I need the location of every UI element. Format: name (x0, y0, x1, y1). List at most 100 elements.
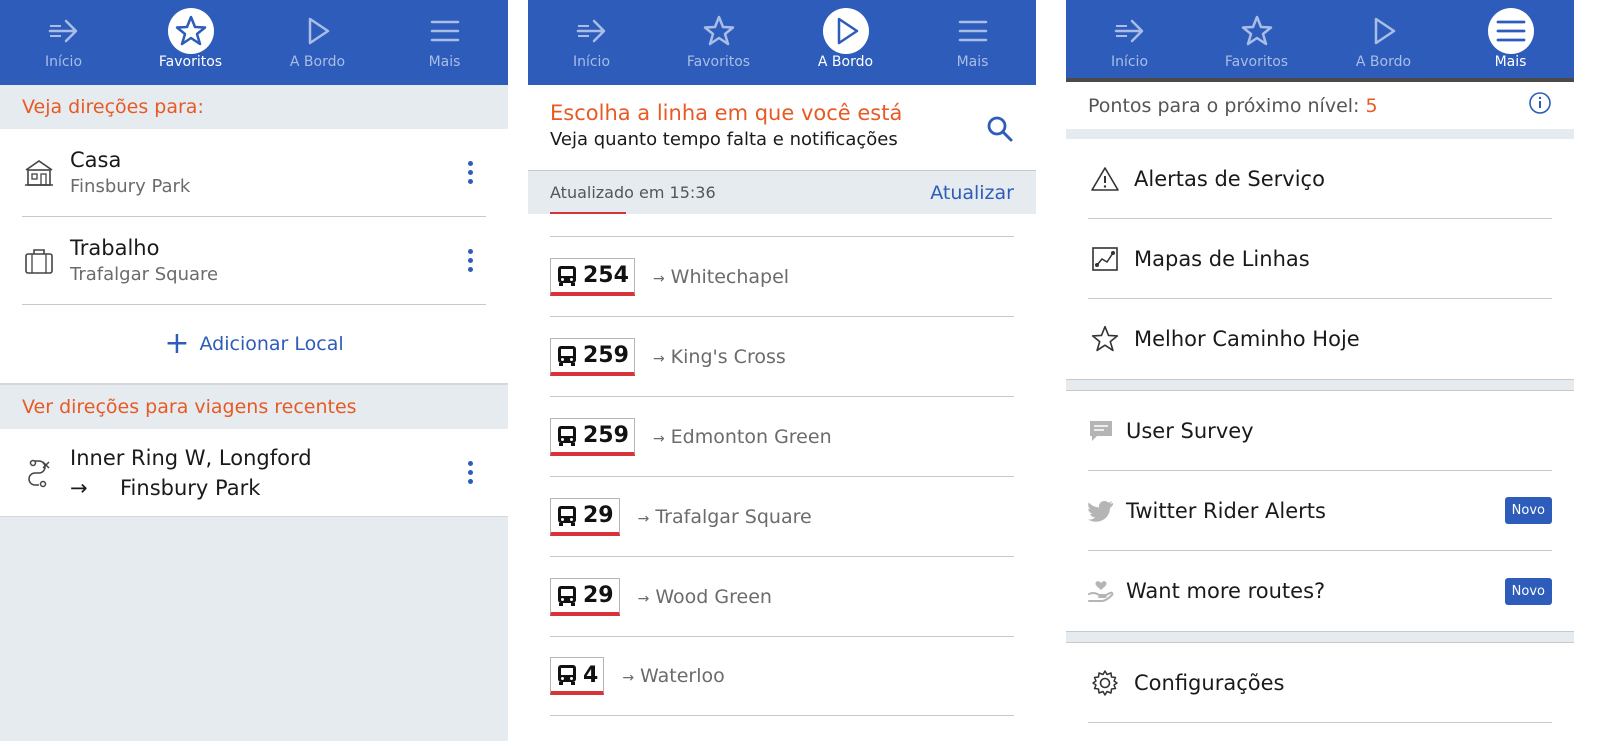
tab-favoritos[interactable]: Favoritos (127, 0, 254, 85)
tab-mais-label: Mais (1494, 54, 1527, 70)
tab-bar: Início Favoritos A Bordo Mais (1066, 0, 1574, 82)
arrow-right-icon (48, 19, 77, 43)
bus-line-destination: Edmonton Green (670, 425, 832, 448)
bus-line-number: 29 (583, 503, 614, 528)
bus-icon (558, 425, 576, 446)
chat-bubble-icon (1090, 420, 1112, 441)
arrow-icon: → (622, 670, 635, 686)
bus-line-item[interactable]: 254 → Whitechapel (550, 236, 1014, 316)
tab-inicio[interactable]: Início (1066, 0, 1193, 78)
recent-trip-item[interactable]: Inner Ring W, Longford → Finsbury Park (0, 429, 508, 517)
bus-line-number: 254 (583, 263, 629, 288)
bus-line-item[interactable]: 259 → King's Cross (550, 316, 1014, 396)
bus-line-number: 259 (583, 423, 629, 448)
favorite-title: Trabalho (70, 236, 160, 260)
route-icon (28, 459, 50, 487)
bus-line-item[interactable]: 29 → Trafalgar Square (550, 476, 1014, 556)
star-icon (703, 15, 734, 46)
bus-line-item[interactable]: 29 → Wood Green (550, 556, 1014, 636)
tab-favoritos[interactable]: Favoritos (655, 0, 782, 85)
arrow-right-icon (576, 19, 605, 43)
tab-a-bordo[interactable]: A Bordo (1320, 0, 1447, 78)
info-icon[interactable] (1528, 91, 1552, 120)
bus-line-item[interactable]: 4 → Waterloo (550, 636, 1014, 716)
updated-time: Atualizado em 15:36 (550, 183, 716, 202)
menu-item-label: Twitter Rider Alerts (1126, 498, 1326, 523)
onboard-screen: Início Favoritos A Bordo Mais Escolha a … (528, 0, 1036, 741)
star-icon (175, 15, 206, 46)
gear-icon (1092, 669, 1118, 696)
arrow-icon: → (70, 475, 88, 500)
star-icon (1091, 325, 1119, 352)
recent-trips-header: Ver direções para viagens recentes (0, 385, 508, 429)
tab-mais[interactable]: Mais (1447, 0, 1574, 78)
group-separator (1066, 379, 1574, 391)
menu-item-best-route[interactable]: Melhor Caminho Hoje (1088, 299, 1552, 379)
favorite-subtitle: Finsbury Park (70, 176, 191, 197)
add-location-button[interactable]: + Adicionar Local (0, 305, 508, 385)
tab-mais[interactable]: Mais (381, 0, 508, 85)
bus-line-badge: 259 (550, 337, 635, 376)
points-label: Pontos para o próximo nível: (1088, 94, 1360, 117)
points-bar: Pontos para o próximo nível: 5 (1066, 82, 1574, 139)
kebab-menu-icon[interactable] (460, 249, 480, 272)
menu-item-user-survey[interactable]: User Survey (1088, 391, 1552, 471)
tab-inicio-label: Início (44, 54, 83, 70)
menu-item-label: Melhor Caminho Hoje (1134, 327, 1360, 351)
directions-header: Veja direções para: (0, 85, 508, 129)
kebab-menu-icon[interactable] (460, 161, 480, 184)
arrow-icon: → (652, 430, 665, 447)
favorite-subtitle: Trafalgar Square (70, 264, 219, 285)
tab-favoritos-label: Favoritos (1224, 54, 1289, 70)
new-badge: Novo (1504, 497, 1552, 524)
bus-line-destination: Wood Green (655, 585, 772, 608)
bus-line-badge: 259 (550, 417, 635, 456)
tab-mais-label: Mais (428, 54, 461, 70)
hamburger-icon (958, 20, 987, 42)
bus-line-list: 254 → Whitechapel 259 → King's Cross 259 →… (528, 214, 1036, 716)
bus-icon (558, 665, 576, 685)
onboard-subtitle: Veja quanto tempo falta e notificações (550, 129, 898, 150)
bus-line-number: 29 (583, 583, 614, 608)
play-icon (1374, 17, 1395, 45)
tab-a-bordo[interactable]: A Bordo (254, 0, 381, 85)
bus-line-item[interactable]: 259 → Edmonton Green (550, 396, 1014, 476)
tab-bar: Início Favoritos A Bordo Mais (528, 0, 1036, 85)
menu-item-service-alerts[interactable]: Alertas de Serviço (1088, 139, 1552, 219)
bus-icon (558, 345, 576, 366)
empty-area (0, 517, 508, 741)
onboard-header: Escolha a linha em que você está Veja qu… (528, 85, 1036, 170)
menu-item-route-maps[interactable]: Mapas de Linhas (1088, 219, 1552, 299)
warning-icon (1091, 166, 1119, 191)
bus-line-badge: 254 (550, 257, 635, 296)
tab-favoritos-label: Favoritos (686, 54, 751, 70)
menu-item-more-routes[interactable]: Want more routes? Novo (1088, 551, 1552, 631)
group-separator (1066, 631, 1574, 643)
tab-bar: Início Favoritos A Bordo Mais (0, 0, 508, 85)
play-icon (308, 17, 329, 45)
tab-a-bordo-label: A Bordo (1355, 54, 1412, 70)
menu-item-settings[interactable]: Configurações (1088, 643, 1552, 723)
recent-trip-to: Finsbury Park (120, 475, 261, 500)
menu-item-label: Alertas de Serviço (1134, 166, 1325, 191)
tab-inicio-label: Início (572, 54, 611, 70)
menu-item-label: Want more routes? (1126, 579, 1326, 603)
onboard-title: Escolha a linha em que você está (550, 101, 903, 125)
star-icon (1241, 15, 1272, 46)
favorite-item-casa[interactable]: Casa Finsbury Park (0, 129, 508, 216)
tab-a-bordo-label: A Bordo (289, 54, 346, 70)
favorite-item-trabalho[interactable]: Trabalho Trafalgar Square (0, 217, 508, 304)
kebab-menu-icon[interactable] (460, 461, 480, 484)
tab-inicio[interactable]: Início (528, 0, 655, 85)
plus-icon: + (164, 326, 190, 361)
tab-favoritos[interactable]: Favoritos (1193, 0, 1320, 78)
search-button[interactable] (986, 115, 1014, 147)
update-bar: Atualizado em 15:36 Atualizar (528, 170, 1036, 214)
tab-a-bordo[interactable]: A Bordo (782, 0, 909, 85)
recent-trip-from: Inner Ring W, Longford (70, 445, 312, 470)
refresh-button[interactable]: Atualizar (930, 182, 1014, 204)
tab-inicio[interactable]: Início (0, 0, 127, 85)
menu-item-twitter-alerts[interactable]: Twitter Rider Alerts Novo (1088, 471, 1552, 551)
bus-line-destination: Whitechapel (670, 265, 790, 288)
tab-mais[interactable]: Mais (909, 0, 1036, 85)
